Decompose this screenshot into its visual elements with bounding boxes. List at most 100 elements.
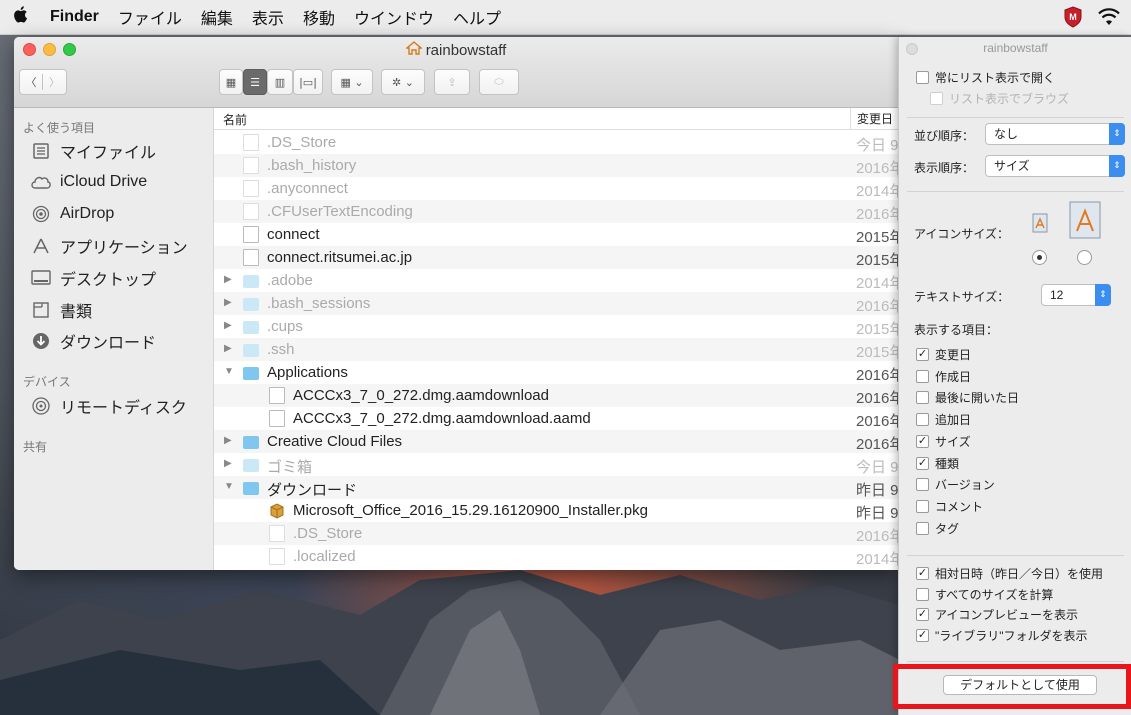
small-icon-radio[interactable] [1032, 250, 1047, 265]
sort-popup[interactable]: サイズ ⇕ [985, 155, 1125, 177]
file-name: .bash_sessions [267, 295, 371, 312]
file-modified-date: 2016年 [856, 528, 898, 545]
option-checkbox[interactable]: ✓ 相対日時（昨日／今日）を使用 [916, 565, 1103, 582]
forward-icon[interactable]: 〉 [43, 74, 66, 90]
share-button[interactable]: ⇪ [434, 69, 470, 95]
disclosure-closed-icon[interactable]: ▶ [224, 435, 232, 446]
table-row[interactable]: ▶ .ssh 2015年 [214, 338, 898, 361]
icon-size-label: アイコンサイズ： [914, 227, 1010, 241]
table-row[interactable]: ▶ .adobe 2014年 [214, 269, 898, 292]
column-view-button[interactable]: ▥ [267, 69, 293, 95]
file-modified-date: 2016年 [856, 390, 898, 407]
table-row[interactable]: .DS_Store 2016年 [214, 522, 898, 545]
column-checkbox[interactable]: タグ [916, 520, 959, 537]
menu-finder[interactable]: Finder [50, 8, 99, 26]
disclosure-closed-icon[interactable]: ▶ [224, 320, 232, 331]
option-checkbox[interactable]: ✓ "ライブラリ"フォルダを表示 [916, 627, 1088, 644]
list-view-button[interactable]: ☰ [243, 69, 267, 95]
menu-file[interactable]: ファイル [118, 5, 182, 29]
cover-flow-button[interactable]: |▭| [293, 69, 323, 95]
sidebar-item-documents[interactable]: 書類 [30, 295, 92, 325]
table-row[interactable]: ACCCx3_7_0_272.dmg.aamdownload.aamd 2016年 [214, 407, 898, 430]
file-name: Microsoft_Office_2016_15.29.16120900_Ins… [293, 502, 648, 519]
always-list-checkbox[interactable]: 常にリスト表示で開く [916, 69, 1055, 86]
column-checkbox[interactable]: 作成日 [916, 368, 971, 385]
icon-view-button[interactable]: ▦ [219, 69, 243, 95]
file-name: connect.ritsumei.ac.jp [267, 249, 413, 266]
sidebar: よく使う項目 マイファイル iCloud Drive AirDrop アプリケー… [14, 108, 214, 570]
downloads-icon [30, 332, 52, 350]
document-icon [269, 548, 285, 565]
large-icon-radio[interactable] [1077, 250, 1092, 265]
column-checkbox[interactable]: バージョン [916, 476, 995, 493]
table-row[interactable]: ▶ .bash_sessions 2016年 [214, 292, 898, 315]
use-as-defaults-button[interactable]: デフォルトとして使用 [943, 675, 1097, 695]
sidebar-item-my-files[interactable]: マイファイル [30, 136, 156, 166]
cloud-icon [30, 173, 52, 191]
large-icon-preview [1069, 201, 1101, 242]
modified-column-header[interactable]: 変更日 [850, 108, 893, 130]
table-row[interactable]: .anyconnect 2014年 [214, 177, 898, 200]
table-row[interactable]: ACCCx3_7_0_272.dmg.aamdownload 2016年 [214, 384, 898, 407]
sidebar-item-airdrop[interactable]: AirDrop [30, 199, 114, 229]
menu-view[interactable]: 表示 [252, 5, 284, 29]
back-forward-buttons[interactable]: 〈 〉 [19, 69, 67, 95]
name-column-header[interactable]: 名前 [223, 111, 247, 128]
arrange-popup[interactable]: なし ⇕ [985, 123, 1125, 145]
column-checkbox[interactable]: 追加日 [916, 411, 971, 428]
document-icon [269, 410, 285, 427]
sidebar-item-label: iCloud Drive [60, 173, 148, 190]
option-checkbox[interactable]: すべてのサイズを計算 [916, 586, 1053, 603]
browse-list-checkbox[interactable]: リスト表示でブラウズ [930, 90, 1069, 107]
wifi-icon[interactable] [1097, 7, 1121, 32]
favorites-heading: よく使う項目 [23, 121, 96, 135]
table-row[interactable]: .localized 2014年 [214, 545, 898, 568]
back-icon[interactable]: 〈 [20, 74, 43, 90]
table-row[interactable]: ▶ .cups 2015年 [214, 315, 898, 338]
sidebar-item-icloud[interactable]: iCloud Drive [30, 167, 147, 197]
checkbox-label: リスト表示でブラウズ [949, 92, 1070, 106]
sidebar-item-downloads[interactable]: ダウンロード [30, 326, 156, 356]
checkbox-label: "ライブラリ"フォルダを表示 [935, 628, 1088, 643]
arrange-button[interactable]: ▦ ⌄ [331, 69, 373, 95]
action-button[interactable]: ✲ ⌄ [381, 69, 425, 95]
table-row[interactable]: ▼ ダウンロード 昨日 9: [214, 476, 898, 499]
menu-go[interactable]: 移動 [303, 5, 335, 29]
table-row[interactable]: .CFUserTextEncoding 2016年 [214, 200, 898, 223]
table-row[interactable]: Microsoft_Office_2016_15.29.16120900_Ins… [214, 499, 898, 522]
menu-help[interactable]: ヘルプ [453, 5, 501, 29]
sidebar-item-applications[interactable]: アプリケーション [30, 231, 188, 261]
table-row[interactable]: ▶ Creative Cloud Files 2016年 [214, 430, 898, 453]
checkbox-label: 変更日 [935, 348, 972, 362]
table-row[interactable]: connect.ritsumei.ac.jp 2015年 [214, 246, 898, 269]
sidebar-item-remote-disc[interactable]: リモートディスク [30, 391, 187, 421]
menu-edit[interactable]: 編集 [201, 5, 233, 29]
column-checkbox[interactable]: コメント [916, 498, 983, 515]
table-row[interactable]: ▼ Applications 2016年 [214, 361, 898, 384]
apple-menu-icon[interactable] [12, 5, 32, 29]
column-checkbox[interactable]: ✓ サイズ [916, 433, 971, 450]
text-size-popup[interactable]: 12 ⇕ [1041, 284, 1111, 306]
disclosure-closed-icon[interactable]: ▶ [224, 274, 232, 285]
sidebar-item-desktop[interactable]: デスクトップ [30, 263, 156, 293]
table-row[interactable]: .bash_history 2016年 [214, 154, 898, 177]
column-checkbox[interactable]: ✓ 種類 [916, 455, 959, 472]
disclosure-closed-icon[interactable]: ▶ [224, 458, 232, 469]
disclosure-closed-icon[interactable]: ▶ [224, 297, 232, 308]
table-row[interactable]: ▶ ゴミ箱 今日 9: [214, 453, 898, 476]
checkbox-box [916, 413, 929, 427]
menu-window[interactable]: ウインドウ [354, 5, 434, 29]
disclosure-closed-icon[interactable]: ▶ [224, 343, 232, 354]
table-row[interactable]: connect 2015年 [214, 223, 898, 246]
column-checkbox[interactable]: 最後に開いた日 [916, 389, 1019, 406]
disclosure-open-icon[interactable]: ▼ [224, 366, 234, 377]
option-checkbox[interactable]: ✓ アイコンプレビューを表示 [916, 606, 1078, 623]
document-icon [269, 525, 285, 542]
finder-window: rainbowstaff 〈 〉 ▦ ☰ ▥ |▭| ▦ ⌄ ✲ ⌄ ⇪ ⬭ よ… [14, 37, 898, 570]
table-row[interactable]: .DS_Store 今日 9: [214, 131, 898, 154]
disclosure-open-icon[interactable]: ▼ [224, 481, 234, 492]
column-checkbox[interactable]: ✓ 変更日 [916, 346, 971, 363]
tags-button[interactable]: ⬭ [479, 69, 519, 95]
checkbox-box [916, 587, 929, 601]
mcafee-shield-icon[interactable]: M [1063, 6, 1083, 33]
